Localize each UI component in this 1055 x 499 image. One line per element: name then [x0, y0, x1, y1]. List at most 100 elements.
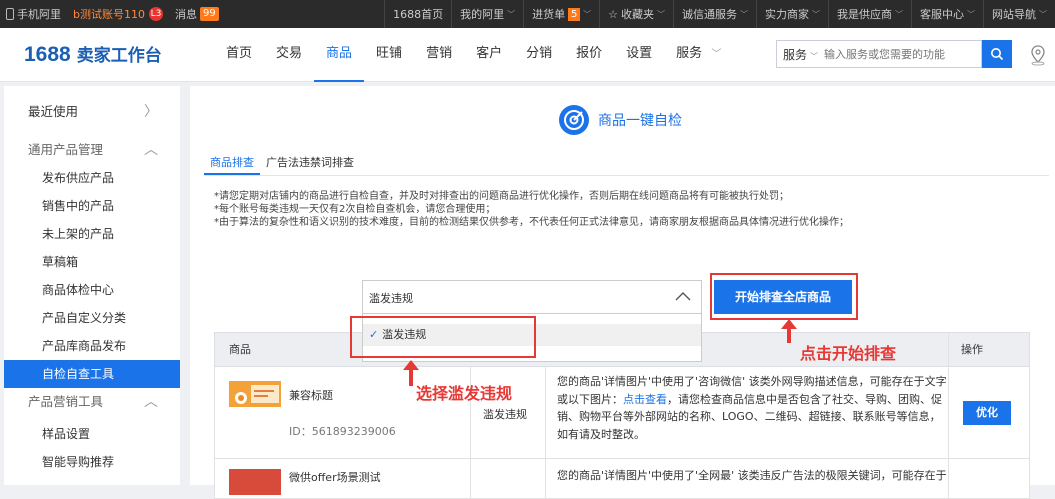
sidebar: 最近使用 〉 通用产品管理 ︿ 发布供应产品 销售中的产品 未上架的产品 草稿箱 商品体…: [4, 86, 180, 485]
sidebar-item[interactable]: 产品自定义分类: [4, 304, 180, 332]
product-thumbnail[interactable]: [229, 469, 281, 495]
nav-item[interactable]: 交易: [264, 28, 314, 82]
tab-ad-law-check[interactable]: 广告法违禁词排查: [260, 152, 360, 175]
product-id: ID：561893239006: [289, 425, 396, 438]
nav-item[interactable]: 客户: [464, 28, 514, 82]
violation-description: 您的商品'详情图片'中使用了'全网最' 该类违反广告法的极限关键词，可能存在于: [557, 467, 947, 485]
nav-item[interactable]: 设置: [614, 28, 664, 82]
product-thumbnail[interactable]: [229, 381, 281, 407]
annotation-label-start: 点击开始排查: [800, 344, 897, 363]
notice-text: *请您定期对店铺内的商品进行自检自查，并及时对排查出的问题商品进行优化操作，否则…: [214, 190, 849, 229]
nav-item[interactable]: 旺铺: [364, 28, 414, 82]
header: 1688 卖家工作台 首页 交易 商品 旺铺 营销 客户 分销 报价 设置 服务 ﹀ 服务 ﹀: [0, 28, 1055, 82]
sidebar-group1-items: 发布供应产品 销售中的产品 未上架的产品 草稿箱 商品体检中心 产品自定义分类 产品库商品发…: [4, 164, 180, 388]
messages-link[interactable]: 消息 99: [169, 0, 225, 28]
violation-description: 您的商品'详情图片'中使用了'咨询微信' 该类外网导购描述信息，可能存在于文字或…: [557, 373, 947, 443]
topbar-link[interactable]: ☆ 收藏夹 ﹀: [599, 0, 673, 28]
topbar-link[interactable]: 我的阿里 ﹀: [451, 0, 523, 28]
topbar-link-label: 客服中心: [920, 8, 964, 21]
topbar-link-label: 1688首页: [393, 8, 444, 21]
sidebar-item[interactable]: 发布供应产品: [4, 164, 180, 192]
topbar-link-label: 我的阿里: [460, 8, 505, 21]
nav-item-label: 分销: [526, 46, 553, 61]
annotation-box-select: [350, 316, 536, 358]
topbar-link[interactable]: 诚信通服务 ﹀: [673, 0, 756, 28]
notice-line: *由于算法的复杂性和语义识别的技术难度，目前的检测结果仅供参考，不代表任何正式法…: [214, 217, 849, 228]
view-images-link[interactable]: 点击查看: [623, 393, 667, 406]
mobile-alibaba-label: 手机阿里: [17, 8, 61, 21]
notice-line: *每个账号每类违规一天仅有2次自检自查机会，请您合理使用；: [214, 204, 496, 215]
nav-item[interactable]: 服务 ﹀: [664, 28, 733, 82]
nav-item[interactable]: 首页: [214, 28, 264, 82]
nav-item-label: 营销: [426, 46, 453, 61]
column-divider: [948, 367, 949, 458]
topbar-link[interactable]: 实力商家 ﹀: [756, 0, 828, 28]
star-icon: ☆: [608, 7, 618, 21]
topbar-link[interactable]: 网站导航 ﹀: [983, 0, 1055, 28]
nav-item-label: 交易: [276, 46, 303, 61]
search-button[interactable]: [982, 40, 1012, 68]
annotation-arrow-up-icon: [781, 319, 797, 343]
nav-item-label: 首页: [226, 46, 253, 61]
sidebar-recent[interactable]: 最近使用 〉: [4, 98, 180, 126]
nav-item-label: 报价: [576, 46, 603, 61]
sidebar-group-marketing-tools[interactable]: 产品营销工具 ︿: [4, 388, 180, 416]
chevron-up-icon: [675, 292, 691, 301]
tab-product-check[interactable]: 商品排查: [204, 152, 260, 175]
logo-text: 卖家工作台: [76, 46, 162, 65]
product-name[interactable]: 兼容标题: [289, 387, 333, 403]
main-panel: 商品一键自检 商品排查 广告法违禁词排查 *请您定期对店铺内的商品进行自检自查，…: [190, 86, 1055, 499]
sidebar-item[interactable]: 草稿箱: [4, 248, 180, 276]
sidebar-item[interactable]: 产品库商品发布: [4, 332, 180, 360]
topbar-link[interactable]: 1688首页: [384, 0, 451, 28]
product-name[interactable]: 微供offer场景测试: [289, 469, 381, 485]
column-header-product: 商品: [229, 343, 251, 356]
topbar-link-label: 我是供应商: [837, 8, 892, 21]
sidebar-item[interactable]: 未上架的产品: [4, 220, 180, 248]
sidebar-item[interactable]: 自检自查工具: [4, 360, 180, 388]
optimize-button[interactable]: 优化: [963, 401, 1011, 425]
chevron-up-icon: ︿: [144, 142, 158, 158]
sidebar-group-product-management[interactable]: 通用产品管理 ︿: [4, 136, 180, 164]
search-input[interactable]: [824, 42, 975, 66]
sidebar-group-label: 产品营销工具: [28, 394, 104, 409]
nav-item[interactable]: 营销: [414, 28, 464, 82]
radar-check-icon: [559, 105, 589, 135]
topbar-link[interactable]: 我是供应商 ﹀: [828, 0, 911, 28]
topbar-link[interactable]: 进货单 5 ﹀: [523, 0, 599, 28]
topbar-link-label: 进货单: [532, 8, 566, 21]
topbar-link-label: 收藏夹: [621, 8, 654, 21]
chevron-down-icon: ﹀: [812, 9, 820, 19]
sidebar-item[interactable]: 商品体检中心: [4, 276, 180, 304]
sidebar-item[interactable]: 销售中的产品: [4, 192, 180, 220]
violation-type-select[interactable]: 滥发违规: [362, 280, 702, 314]
notice-line: *请您定期对店铺内的商品进行自检自查，并及时对排查出的问题商品进行优化操作，否则…: [214, 191, 789, 202]
column-divider: [545, 459, 546, 498]
logo[interactable]: 1688 卖家工作台: [24, 41, 162, 67]
search-category-select[interactable]: 服务 ﹀: [777, 46, 824, 63]
sidebar-item[interactable]: 样品设置: [4, 420, 180, 448]
chevron-down-icon: ﹀: [583, 9, 592, 19]
nav-item-label: 商品: [326, 46, 353, 61]
search-icon: [991, 48, 1004, 61]
column-divider: [948, 333, 949, 366]
messages-label: 消息: [174, 8, 197, 21]
sidebar-item[interactable]: 智能导购推荐: [4, 448, 180, 476]
nav-item-label: 服务: [676, 46, 703, 61]
account-name: b测试账号110: [73, 8, 145, 21]
nav-item[interactable]: 商品: [314, 28, 365, 82]
annotation-label-select: 选择滥发违规: [416, 384, 513, 403]
topbar-link[interactable]: 客服中心 ﹀: [911, 0, 983, 28]
mobile-alibaba-link[interactable]: 手机阿里: [0, 0, 67, 28]
phone-icon: [6, 8, 14, 20]
message-count-badge: 99: [199, 7, 219, 21]
topbar-link-label: 网站导航: [992, 8, 1036, 21]
search-category-label: 服务: [783, 47, 808, 62]
top-bar-right-links: 1688首页 我的阿里 ﹀ 进货单 5 ﹀ ☆ 收藏夹 ﹀ 诚信通服务 ﹀ 实力商家 ﹀ 我是供应商 ﹀ 客服…: [384, 0, 1055, 28]
nav-item[interactable]: 报价: [564, 28, 614, 82]
account-link[interactable]: b测试账号110 L3: [67, 0, 169, 28]
topbar-link-label: 诚信通服务: [682, 8, 737, 21]
chevron-right-icon: 〉: [144, 104, 158, 120]
location-pin-icon[interactable]: [1028, 44, 1048, 66]
nav-item[interactable]: 分销: [514, 28, 564, 82]
